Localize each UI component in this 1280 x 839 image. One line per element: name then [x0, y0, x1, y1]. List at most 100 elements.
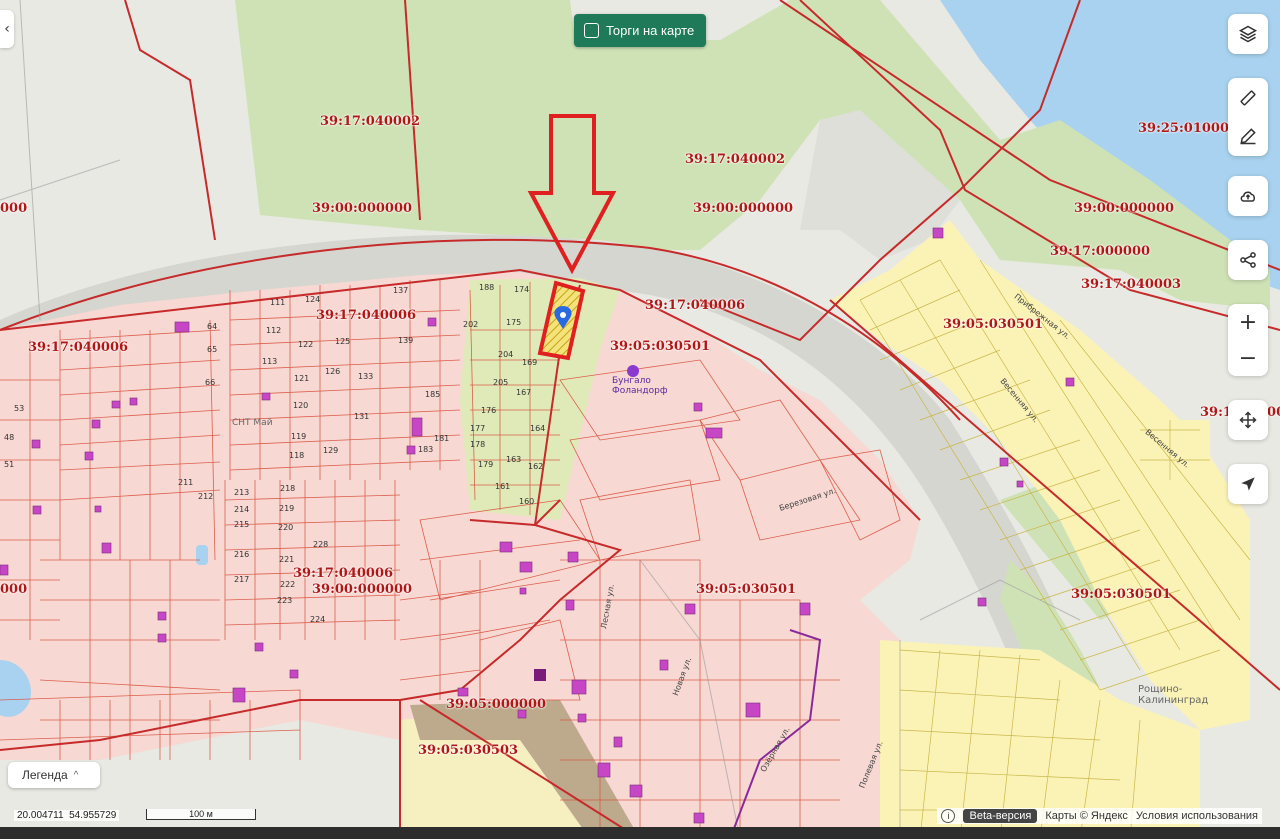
plot-number: 224: [310, 615, 326, 624]
cadastral-label: 39:05:030501: [943, 317, 1044, 332]
cadastral-label: 39:25:010001: [1138, 121, 1239, 136]
plot-number: 185: [425, 390, 441, 399]
auctions-toggle-button[interactable]: Торги на карте: [574, 14, 706, 47]
plot-number: 121: [294, 374, 310, 383]
plot-number: 164: [530, 424, 546, 433]
plot-number: 177: [470, 424, 486, 433]
plot-number: 51: [4, 460, 15, 469]
back-button[interactable]: ‹: [0, 10, 14, 48]
share-button[interactable]: [1228, 241, 1268, 279]
cadastral-label: 39:17:040002: [320, 114, 421, 129]
plot-number: 216: [234, 550, 250, 559]
plot-number: 211: [178, 478, 194, 487]
cadastral-label: 39:00:000000: [1074, 201, 1175, 216]
cadastral-label: 39:05:030501: [696, 582, 797, 597]
pan-control[interactable]: [1228, 400, 1268, 440]
plot-number: 53: [14, 404, 25, 413]
plot-number: 202: [463, 320, 479, 329]
plot-number: 137: [393, 286, 409, 295]
cadastral-label: 39:05:030501: [610, 339, 711, 354]
plot-number: 178: [470, 440, 486, 449]
cadastral-label: 39:00:000000: [312, 582, 413, 597]
place-label[interactable]: Бунгало Фоландорф: [612, 376, 668, 396]
plot-number: 204: [498, 350, 514, 359]
plot-number: 219: [279, 504, 295, 513]
layers-icon: [1238, 25, 1258, 43]
share-icon: [1240, 252, 1256, 268]
plot-number: 176: [481, 406, 497, 415]
plot-number: 183: [418, 445, 434, 454]
terms-link[interactable]: Условия использования: [1136, 810, 1258, 822]
upload-control[interactable]: [1228, 176, 1268, 216]
plot-number: 119: [291, 432, 307, 441]
cadastral-label: 39:00:000000: [312, 201, 413, 216]
upload-button[interactable]: [1228, 177, 1268, 215]
cadastral-label: 39:05:030503: [418, 743, 519, 758]
plot-number: 163: [506, 455, 522, 464]
plot-number: 65: [207, 345, 218, 354]
plot-number: 48: [4, 433, 15, 442]
attribution-bar: i Beta-версия Карты © Яндекс Условия исп…: [937, 808, 1262, 824]
layers-button[interactable]: [1228, 15, 1268, 53]
zoom-out-button[interactable]: −: [1228, 340, 1268, 376]
tools-control: [1228, 78, 1268, 156]
plot-number: 66: [205, 378, 216, 387]
navigation-arrow-icon: [1241, 477, 1255, 491]
latitude: 54.955729: [69, 810, 117, 821]
plot-number: 133: [358, 372, 374, 381]
plot-number: 111: [270, 298, 286, 307]
plot-number: 120: [293, 401, 309, 410]
plot-number: 122: [298, 340, 314, 349]
plot-number: 223: [277, 596, 293, 605]
plot-number: 126: [325, 367, 341, 376]
plot-number: 174: [514, 285, 530, 294]
cadastral-label: 000: [0, 201, 28, 216]
longitude: 20.004711: [17, 810, 64, 821]
cloud-upload-icon: [1240, 191, 1255, 202]
share-control[interactable]: [1228, 240, 1268, 280]
plot-number: 169: [522, 358, 538, 367]
plot-number: 113: [262, 357, 278, 366]
legend-label: Легенда: [22, 768, 68, 782]
cadastral-label: 39:17:040006: [28, 340, 129, 355]
pencil-icon: [1240, 128, 1256, 145]
cadastral-label: 39:17:040003: [1081, 277, 1182, 292]
copyright-text: Карты © Яндекс: [1045, 810, 1128, 822]
plot-number: 160: [519, 497, 535, 506]
plot-number: 218: [280, 484, 296, 493]
plot-number: 188: [479, 283, 495, 292]
plot-number: 221: [279, 555, 295, 564]
cadastral-label: 000: [0, 582, 28, 597]
plot-number: 213: [234, 488, 250, 497]
move-button[interactable]: [1228, 401, 1268, 439]
cadastral-label: 39:17:040006: [293, 566, 394, 581]
plot-number: 162: [528, 462, 544, 471]
edit-button[interactable]: [1228, 117, 1268, 155]
plot-number: 228: [313, 540, 329, 549]
beta-badge[interactable]: Beta-версия: [963, 809, 1038, 823]
ruler-button[interactable]: [1228, 79, 1268, 117]
locate-control[interactable]: [1228, 464, 1268, 504]
plot-number: 129: [323, 446, 339, 455]
plot-number: 175: [506, 318, 522, 327]
coordinates-readout: 20.004711 54.955729: [14, 810, 120, 821]
legend-button[interactable]: Легенда ^: [8, 762, 100, 788]
layers-control[interactable]: [1228, 14, 1268, 54]
plot-number: 131: [354, 412, 370, 421]
checkbox-icon[interactable]: [584, 23, 599, 38]
plot-number: 112: [266, 326, 282, 335]
zoom-in-button[interactable]: +: [1228, 304, 1268, 340]
cadastral-label: 39:17:040006: [645, 298, 746, 313]
map-canvas[interactable]: [0, 0, 1280, 839]
plot-number: 161: [495, 482, 511, 491]
plot-number: 222: [280, 580, 296, 589]
cadastral-label: 39:17:040006: [316, 308, 417, 323]
info-icon[interactable]: i: [941, 809, 956, 823]
plot-number: 118: [289, 451, 305, 460]
locate-button[interactable]: [1228, 465, 1268, 503]
cadastral-label: 39:00:000000: [693, 201, 794, 216]
plot-number: 139: [398, 336, 414, 345]
plot-number: 205: [493, 378, 509, 387]
place-label: СНТ Май: [232, 418, 273, 428]
cadastral-label: 39:17:040002: [685, 152, 786, 167]
